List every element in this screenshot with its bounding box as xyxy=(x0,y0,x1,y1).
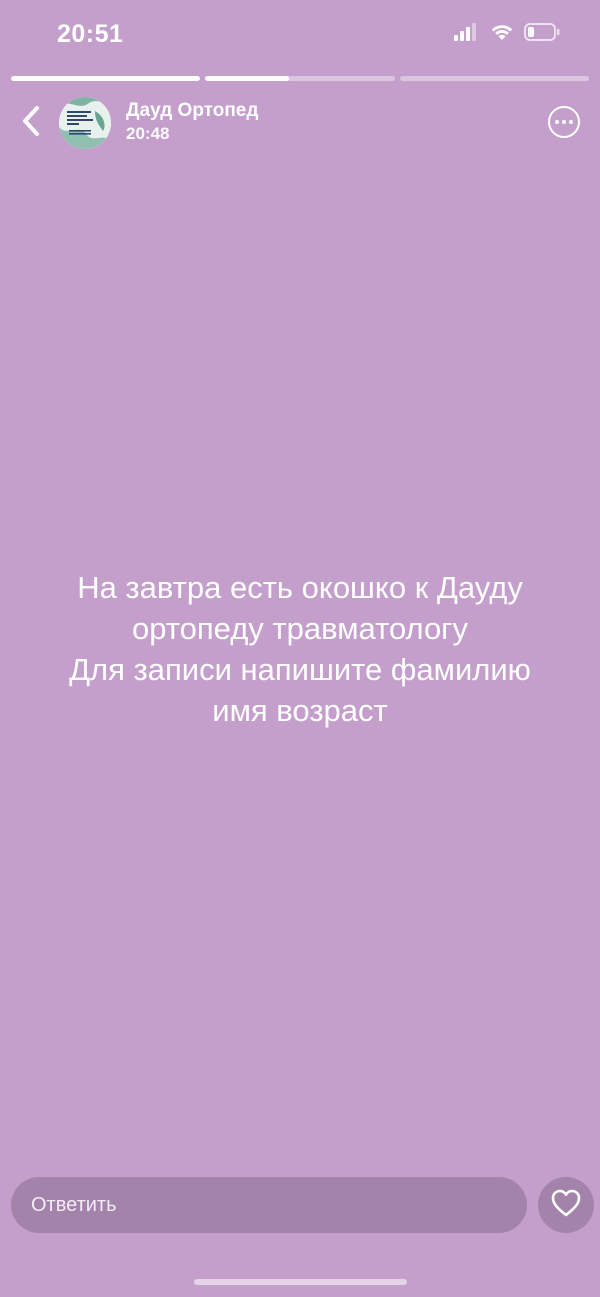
more-options-button[interactable] xyxy=(548,106,580,138)
story-progress xyxy=(11,76,589,81)
story-text-line: На завтра есть окошко к Дауду xyxy=(77,570,523,605)
avatar-image xyxy=(59,97,111,149)
status-icons xyxy=(454,23,560,46)
like-button[interactable] xyxy=(538,1177,594,1233)
status-bar: 20:51 xyxy=(0,0,600,70)
more-options-icon xyxy=(555,120,559,124)
home-indicator[interactable] xyxy=(194,1279,407,1285)
reply-input[interactable]: Ответить xyxy=(11,1177,527,1233)
more-options-icon xyxy=(562,120,566,124)
battery-icon xyxy=(524,23,560,46)
cellular-signal-icon xyxy=(454,23,480,46)
reply-placeholder: Ответить xyxy=(31,1193,117,1216)
heart-icon xyxy=(551,1189,581,1222)
progress-segment xyxy=(399,76,589,81)
story-text-line: имя возраст xyxy=(212,693,388,728)
wifi-icon xyxy=(490,23,514,46)
progress-fill xyxy=(11,76,201,81)
status-time: 20:51 xyxy=(57,20,124,48)
progress-fill xyxy=(205,76,289,81)
back-button[interactable] xyxy=(16,105,46,142)
story-text: На завтра есть окошко к Дауду ортопеду т… xyxy=(20,567,580,731)
author-name[interactable]: Дауд Ортопед xyxy=(126,100,258,122)
chevron-left-icon xyxy=(21,105,41,142)
progress-segment xyxy=(11,76,201,81)
post-time: 20:48 xyxy=(126,124,170,143)
avatar[interactable] xyxy=(59,97,111,149)
story-text-line: ортопеду травматологу xyxy=(131,611,468,646)
story-text-line: Для записи напишите фамилию xyxy=(69,652,531,687)
progress-segment xyxy=(205,76,395,81)
story-header: Дауд Ортопед 20:48 xyxy=(0,96,600,152)
more-options-icon xyxy=(569,120,573,124)
